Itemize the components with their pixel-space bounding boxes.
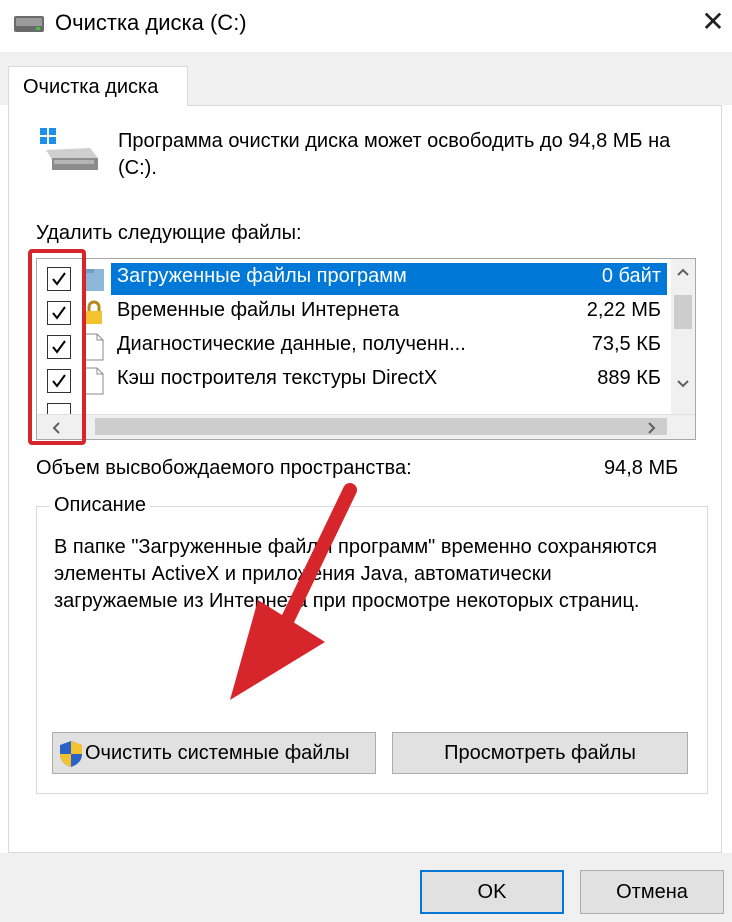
disk-drive-icon — [14, 16, 44, 32]
view-files-button[interactable]: Просмотреть файлы — [392, 732, 688, 774]
file-size: 889 КБ — [597, 367, 661, 389]
clean-system-files-label: Очистить системные файлы — [85, 742, 350, 764]
file-icon — [84, 333, 104, 361]
cancel-button[interactable]: Отмена — [580, 870, 724, 914]
scroll-down-icon[interactable] — [676, 379, 690, 389]
description-label: Описание — [50, 494, 151, 517]
tab-disk-cleanup[interactable]: Очистка диска — [8, 66, 188, 106]
file-name: Кэш построителя текстуры DirectX — [117, 367, 438, 389]
vertical-scrollbar[interactable] — [671, 259, 695, 417]
window-title: Очистка диска (C:) — [55, 10, 247, 35]
file-name: Временные файлы Интернета — [117, 299, 400, 321]
tab-label: Очистка диска — [23, 76, 159, 98]
disk-cleanup-icon — [40, 128, 98, 170]
list-item[interactable]: Диагностические данные, полученн... 73,5… — [37, 330, 671, 364]
scrollbar-thumb[interactable] — [674, 295, 692, 329]
scroll-right-icon[interactable] — [647, 421, 657, 435]
files-to-delete-label: Удалить следующие файлы: — [36, 222, 302, 244]
file-name: Загруженные файлы программ — [117, 265, 407, 287]
clean-system-files-button[interactable]: Очистить системные файлы — [52, 732, 376, 774]
scroll-up-icon[interactable] — [676, 267, 690, 277]
file-size: 2,22 МБ — [586, 299, 661, 321]
file-size: 73,5 КБ — [591, 333, 661, 355]
uac-shield-icon — [60, 741, 82, 767]
list-item[interactable]: Загруженные файлы программ 0 байт — [37, 262, 671, 296]
file-icon — [84, 367, 104, 395]
folder-icon — [84, 269, 104, 291]
close-icon[interactable]: ✕ — [698, 6, 728, 38]
file-size: 0 байт — [601, 265, 661, 287]
cleanup-summary: Программа очистки диска может освободить… — [118, 130, 671, 179]
file-name: Диагностические данные, полученн... — [117, 333, 466, 355]
ok-button[interactable]: OK — [420, 870, 564, 914]
files-list[interactable]: Загруженные файлы программ 0 байт Времен… — [36, 258, 696, 440]
lock-icon — [86, 300, 102, 324]
annotation-highlight-box — [28, 249, 86, 445]
space-value: 94,8 МБ — [604, 457, 679, 479]
list-item-partial[interactable] — [37, 398, 671, 414]
annotation-arrow — [230, 483, 357, 700]
list-item[interactable]: Кэш построителя текстуры DirectX 889 КБ — [37, 364, 671, 398]
list-item[interactable]: Временные файлы Интернета 2,22 МБ — [37, 296, 671, 330]
horizontal-scrollbar[interactable] — [37, 414, 695, 439]
hscrollbar-thumb[interactable] — [95, 418, 667, 435]
